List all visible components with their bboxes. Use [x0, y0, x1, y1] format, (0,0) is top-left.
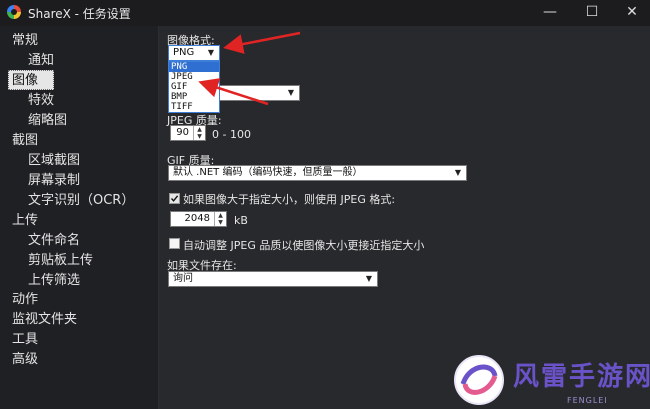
watermark: 风雷手游网 FENGLEI — [447, 352, 650, 408]
fenglei-logo-icon — [454, 355, 504, 405]
annotation-arrows — [198, 31, 301, 106]
watermark-subtext: FENGLEI — [567, 396, 608, 405]
arrow-to-format-dropdown — [223, 31, 301, 54]
watermark-text: 风雷手游网 — [513, 362, 650, 392]
arrow-to-jpeg-option — [198, 78, 269, 106]
